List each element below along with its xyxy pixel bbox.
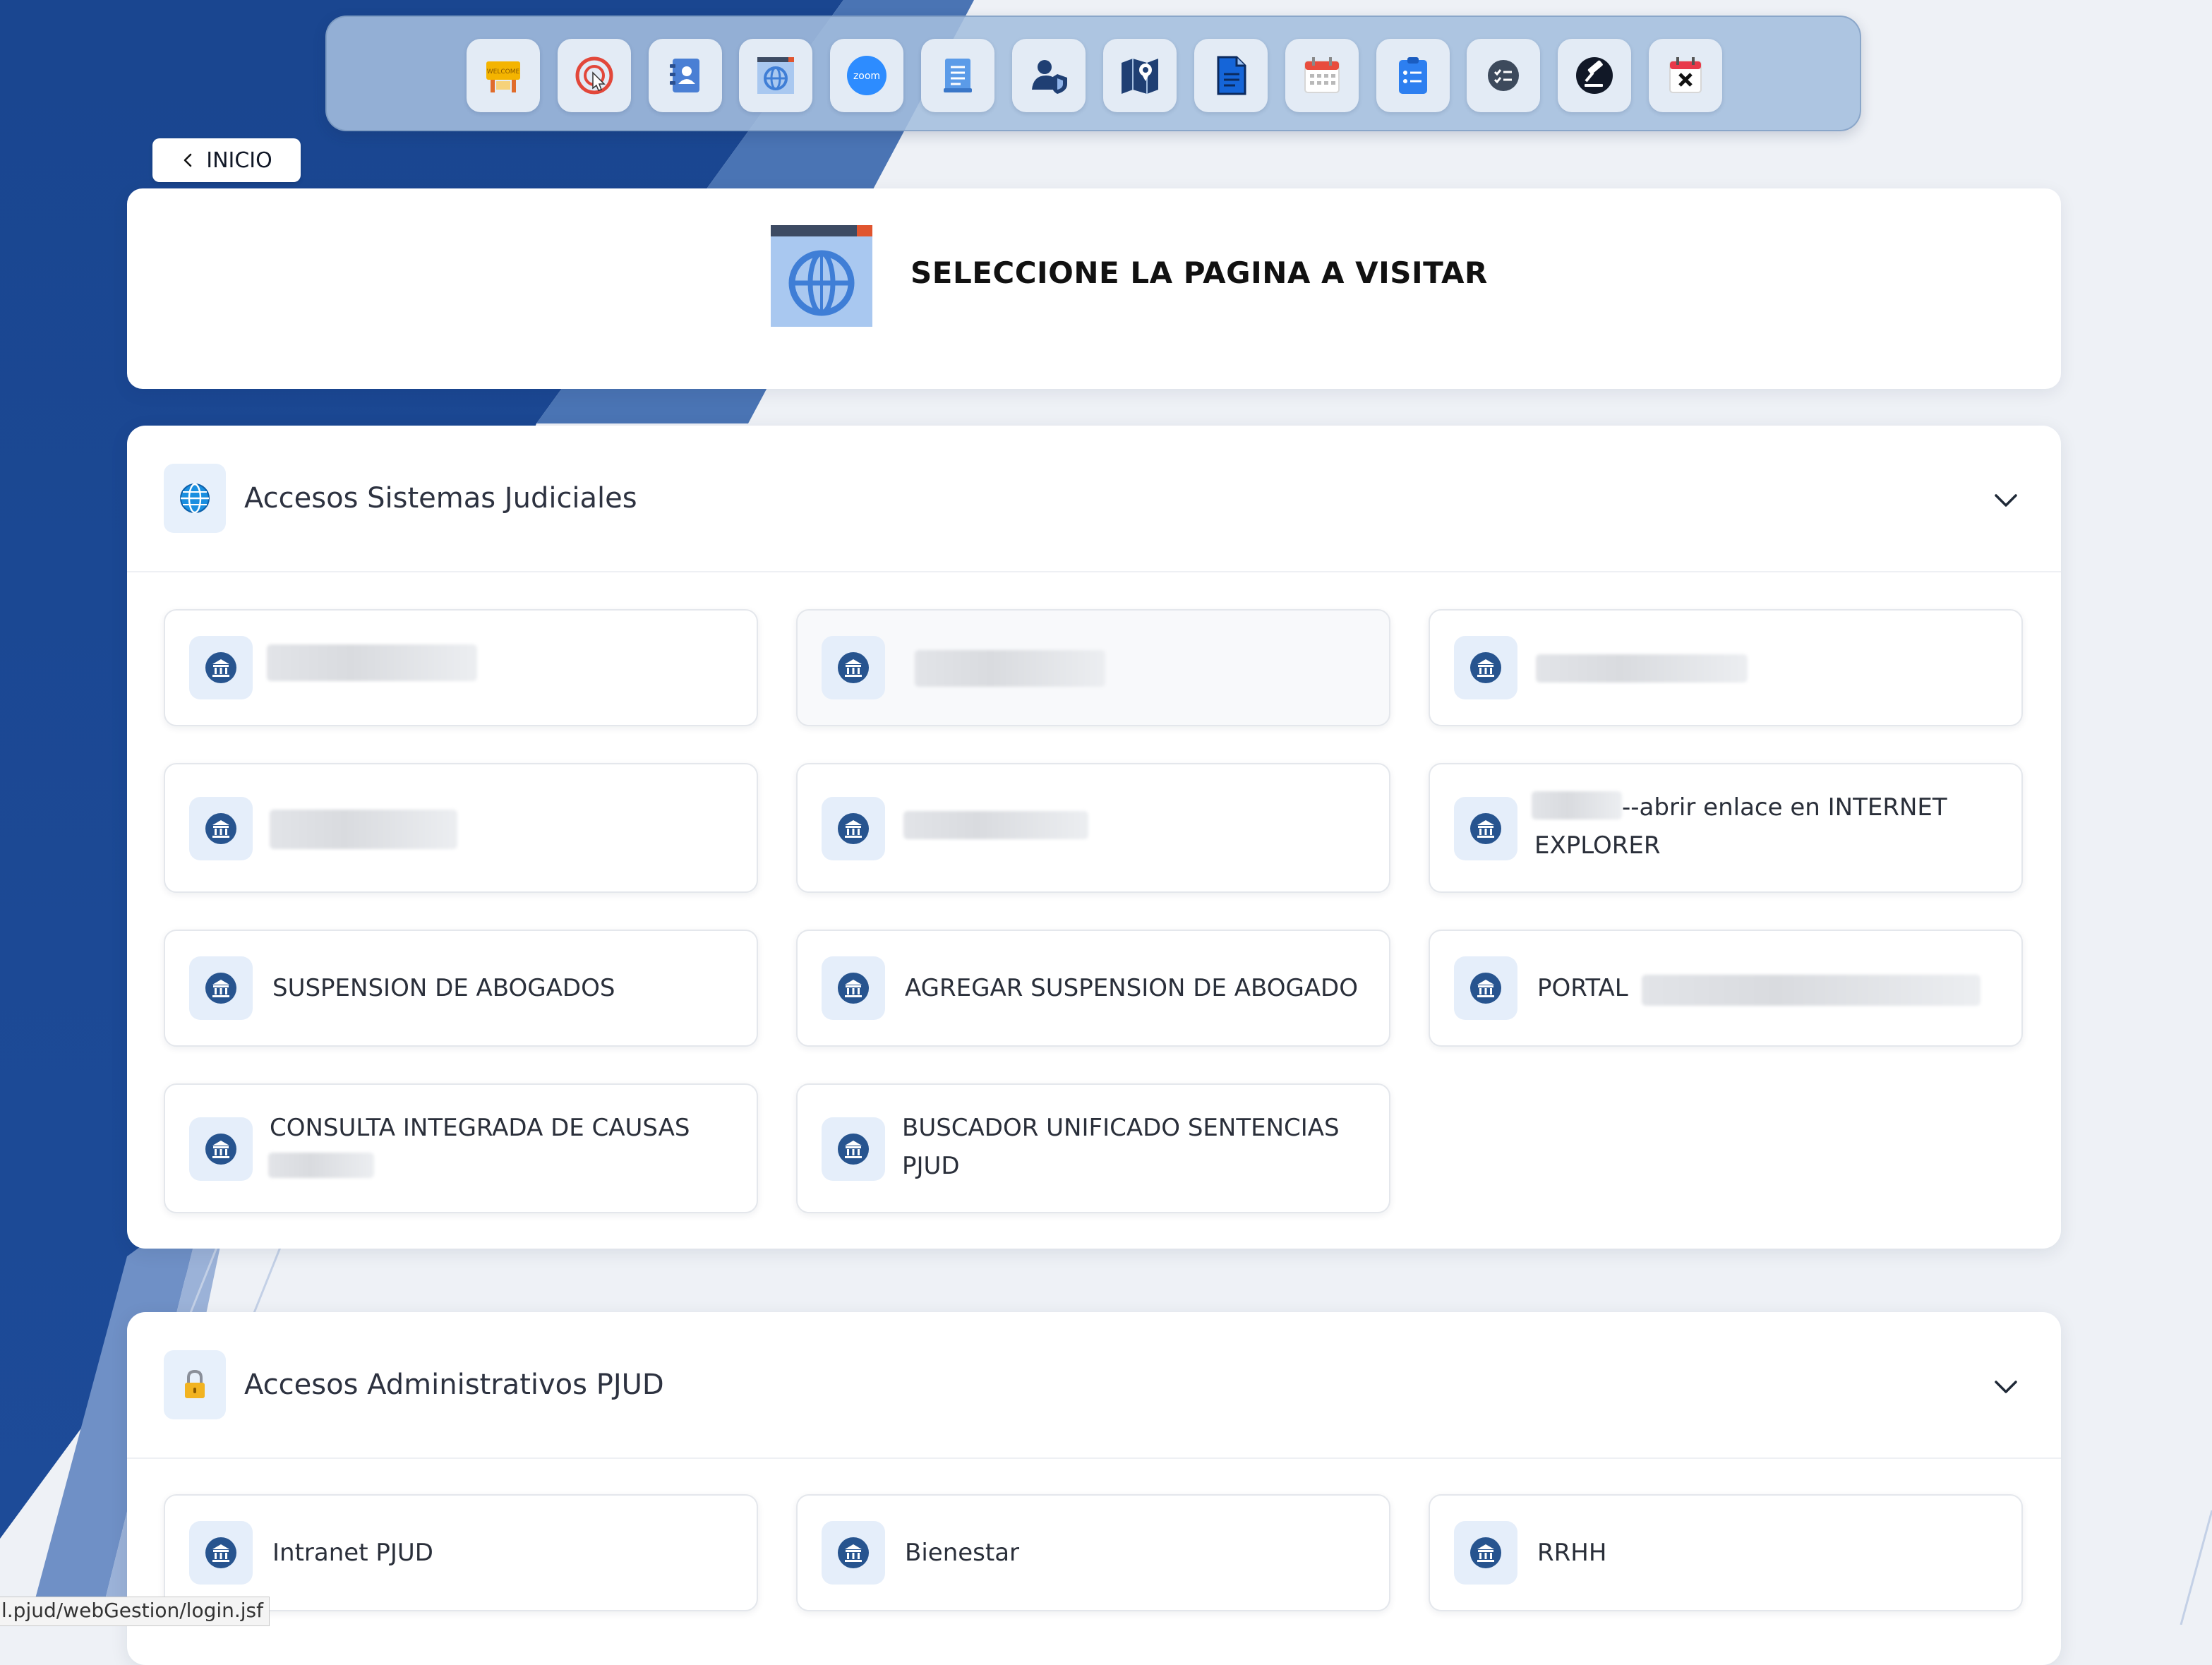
page-header: SELECCIONE LA PAGINA A VISITAR [127, 188, 2061, 389]
user-shield-icon[interactable] [1012, 39, 1086, 112]
link-label: CONSULTA INTEGRADA DE CAUSAS [270, 1114, 690, 1142]
bank-icon [189, 797, 253, 860]
bank-icon [822, 1117, 885, 1181]
link-label: SUSPENSION DE ABOGADOS [272, 974, 615, 1002]
bank-icon [1454, 956, 1517, 1020]
gavel-icon[interactable] [1558, 39, 1631, 112]
link-label: --abrir enlace en INTERNET EXPLORER [1534, 793, 1947, 860]
zoom-icon-text: zoom [853, 71, 880, 82]
web-browser-icon[interactable] [739, 39, 812, 112]
link-card[interactable] [796, 609, 1390, 726]
contacts-book-icon[interactable] [649, 39, 722, 112]
back-button[interactable]: INICIO [152, 138, 301, 182]
link-card[interactable]: --abrir enlace en INTERNET EXPLORER [1429, 763, 2023, 893]
bank-icon [1454, 1521, 1517, 1585]
link-card[interactable] [796, 763, 1390, 893]
link-label: RRHH [1537, 1539, 1607, 1567]
redacted-text [270, 810, 457, 849]
document-icon[interactable] [1194, 39, 1268, 112]
bank-icon [189, 636, 253, 699]
lock-icon [164, 1350, 226, 1419]
calendar-icon[interactable] [1285, 39, 1359, 112]
link-card[interactable]: Bienestar [796, 1494, 1390, 1611]
bank-icon [1454, 636, 1517, 699]
link-card[interactable]: SUSPENSION DE ABOGADOS [164, 930, 758, 1047]
link-card[interactable]: CONSULTA INTEGRADA DE CAUSAS [164, 1083, 758, 1213]
link-label: BUSCADOR UNIFICADO SENTENCIAS PJUD [902, 1114, 1340, 1180]
link-card[interactable]: Intranet PJUD [164, 1494, 758, 1611]
link-card[interactable]: RRHH [1429, 1494, 2023, 1611]
redacted-text [1536, 654, 1748, 683]
section-title: Accesos Administrativos PJUD [244, 1369, 664, 1401]
bank-icon [1454, 797, 1517, 860]
section-judicial-systems: Accesos Sistemas Judiciales --abrir enla… [127, 426, 2061, 1249]
link-label: AGREGAR SUSPENSION DE ABOGADO [905, 974, 1358, 1002]
chevron-down-icon[interactable] [1990, 485, 2021, 516]
bank-icon [189, 1521, 253, 1585]
clipboard-list-icon[interactable] [1376, 39, 1450, 112]
section-administrative-access: Accesos Administrativos PJUD Intranet PJ… [127, 1312, 2061, 1665]
cursor-click-icon[interactable] [558, 39, 631, 112]
back-button-label: INICIO [206, 148, 272, 173]
bank-icon [822, 797, 885, 860]
link-card[interactable] [1429, 609, 2023, 726]
link-card[interactable] [164, 609, 758, 726]
welcome-icon[interactable]: WELCOME [467, 39, 540, 112]
redacted-text [268, 1153, 374, 1178]
status-bar-url: l.pjud/webGestion/login.jsf [0, 1597, 270, 1626]
bank-icon [822, 956, 885, 1020]
calendar-cancel-icon[interactable] [1649, 39, 1722, 112]
redacted-text [903, 811, 1088, 839]
bank-icon [189, 1117, 253, 1181]
link-card[interactable]: PORTAL [1429, 930, 2023, 1047]
link-card[interactable] [164, 763, 758, 893]
bank-icon [189, 956, 253, 1020]
link-label: Intranet PJUD [272, 1539, 433, 1567]
svg-text:WELCOME: WELCOME [487, 68, 520, 76]
chevron-left-icon [184, 153, 192, 167]
bank-icon [822, 1521, 885, 1585]
bank-icon [822, 636, 885, 699]
redacted-text [1642, 975, 1980, 1006]
document-list-icon[interactable] [921, 39, 994, 112]
map-pin-icon[interactable] [1103, 39, 1177, 112]
checklist-icon[interactable] [1467, 39, 1540, 112]
link-label: Bienestar [905, 1539, 1020, 1567]
section-header[interactable]: Accesos Sistemas Judiciales [127, 426, 2061, 572]
chevron-down-icon[interactable] [1990, 1371, 2021, 1402]
link-card[interactable]: AGREGAR SUSPENSION DE ABOGADO [796, 930, 1390, 1047]
app-dock: WELCOME zoom [325, 16, 1861, 131]
globe-icon [164, 464, 226, 533]
page-title: SELECCIONE LA PAGINA A VISITAR [910, 256, 1488, 290]
redacted-text [915, 650, 1105, 687]
link-card[interactable]: BUSCADOR UNIFICADO SENTENCIAS PJUD [796, 1083, 1390, 1213]
section-title: Accesos Sistemas Judiciales [244, 482, 637, 515]
zoom-icon[interactable]: zoom [830, 39, 903, 112]
redacted-text [267, 644, 477, 681]
web-browser-icon [771, 225, 872, 327]
section-header[interactable]: Accesos Administrativos PJUD [127, 1312, 2061, 1459]
